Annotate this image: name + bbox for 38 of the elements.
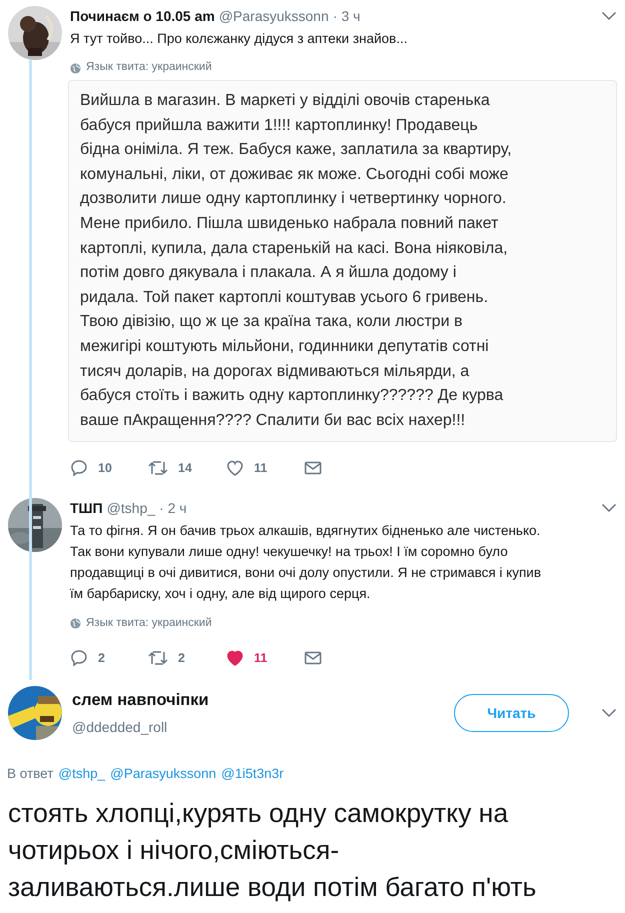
tweet-text: стоять хлопці,курять одну самокрутку на чотирьох і нічого,сміються- заливаються.лише води потім багато п'ють <box>8 796 538 904</box>
speech-bubble-icon[interactable] <box>70 649 88 668</box>
caret-icon[interactable] <box>601 11 617 21</box>
mention-link[interactable]: @Parasyukssonn <box>110 764 216 785</box>
tweet-time[interactable]: · 3 ч <box>332 6 360 26</box>
user-handle[interactable]: @tshp_ <box>106 498 156 519</box>
user-name[interactable]: ТШП <box>70 498 103 519</box>
user-name[interactable]: Починаєм о 10.05 am <box>70 6 215 26</box>
tweet-time[interactable]: · 2 ч <box>159 498 187 519</box>
tweet-text: Та то фігня. Я он бачив трьох алкашів, вдягнутих бідненько але чистенько. Так вони купували лише одну! чекушечку! на трьох! І їм соромно було продавщиці в очі дивитися, вони очі долу опустили. Я не стримався і купив їм барбариску, хоч і одну, але від щирого серця. <box>70 522 542 604</box>
reply-count: 10 <box>98 460 112 477</box>
language-label: Язык твита: украинский <box>86 60 212 76</box>
user-handle[interactable]: @ddedded_roll <box>72 717 444 738</box>
heart-icon[interactable] <box>226 649 244 668</box>
tweet-text: Я тут тойво... Про колєжанку дідуся з аптеки знайов... <box>70 30 408 48</box>
globe-icon <box>70 62 81 74</box>
retweet-icon[interactable] <box>148 459 168 478</box>
follow-button[interactable]: Читать <box>454 694 569 732</box>
retweet-icon[interactable] <box>148 649 168 668</box>
reply-count: 2 <box>98 650 105 667</box>
caret-icon[interactable] <box>601 708 617 718</box>
mention-link[interactable]: @tshp_ <box>58 764 106 785</box>
caret-icon[interactable] <box>601 503 617 514</box>
like-count: 11 <box>254 650 268 667</box>
attached-text-image[interactable]: Вийшла в магазин. В маркеті у відділі овочів старенька бабуся прийшла важити 1!!!! картоплинку! Продавець бідна оніміла. Я теж. Бабуся каже, заплатила за квартиру, комунальні, ліки, от доживає як може. Сьогодні собі може дозволити лише одну картоплинку і четвертинку чорного. Мене прибило. Пішла швиденько набрала повний пакет картоплі, купила, дала старенькій на касі. Вона ніяковіла, потім довго дякувала і плакала. А я йшла додому і ридала. Той пакет картоплі коштував усього 6 гривень. Твою дівізію, що ж це за країна така, коли люстри в межигірі коштують мільйони, годинники депутатів сотні тисяч доларів, на дорогах відмиваються мільярди, а бабуся стоїть і важить одну картоплинку?????? Де курва ваше пАкращення???? Спалити би вас всіх нахер!!! <box>68 80 617 442</box>
reply-label: В ответ <box>7 765 54 784</box>
user-handle[interactable]: @Parasyukssonn <box>218 6 329 26</box>
mail-icon[interactable] <box>304 650 322 666</box>
like-count: 11 <box>254 460 268 477</box>
retweet-count: 2 <box>178 650 185 667</box>
retweet-count: 14 <box>178 460 192 477</box>
mail-icon[interactable] <box>304 460 322 476</box>
globe-icon <box>70 618 81 629</box>
language-label: Язык твита: украинский <box>86 616 212 631</box>
heart-icon[interactable] <box>226 459 244 478</box>
speech-bubble-icon[interactable] <box>70 459 88 478</box>
mention-link[interactable]: @1i5t3n3r <box>221 764 284 785</box>
user-name[interactable]: слем навпочіпки <box>72 688 444 714</box>
